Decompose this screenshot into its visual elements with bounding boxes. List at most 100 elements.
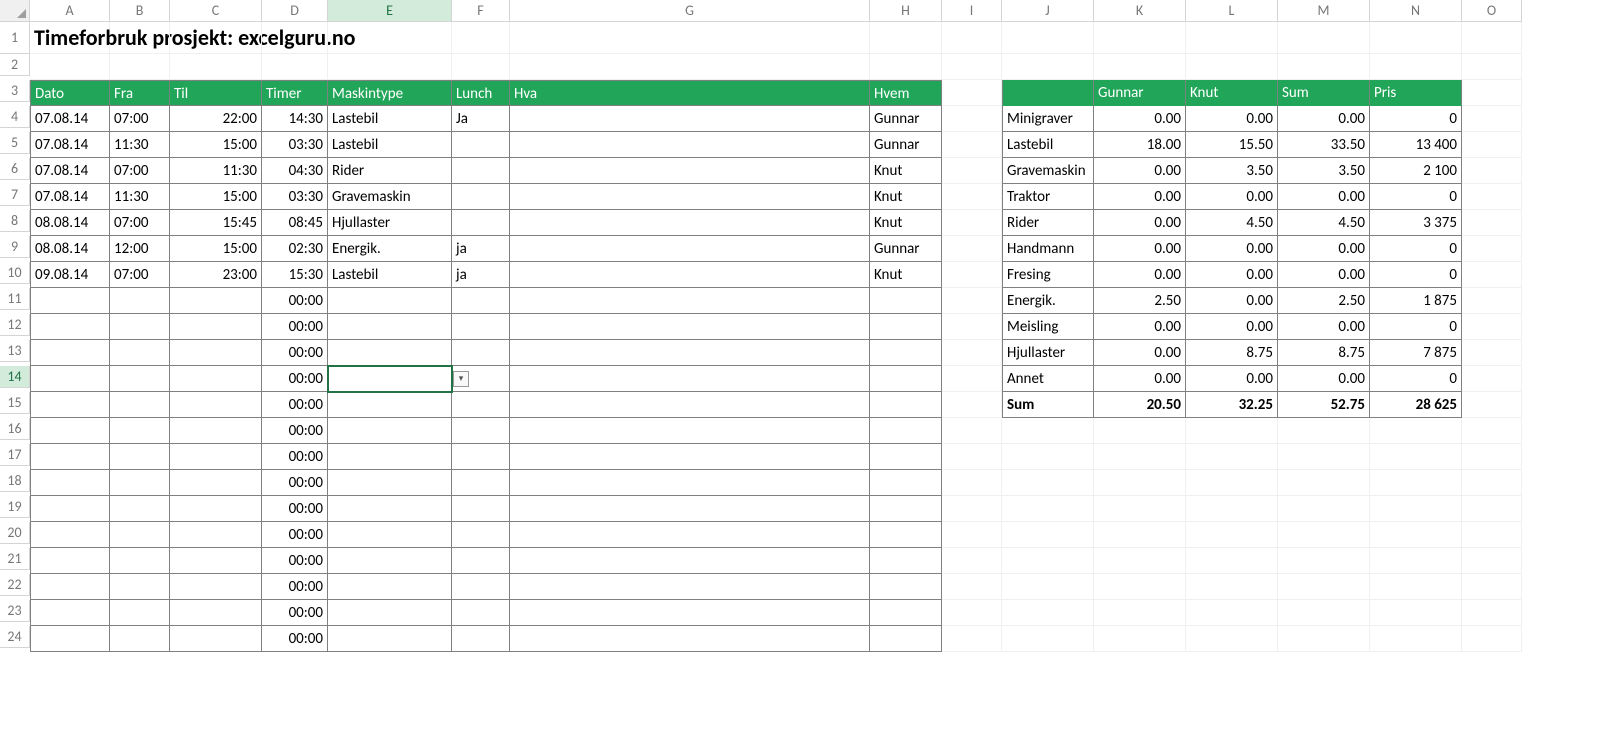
cell-E2[interactable] <box>328 54 452 80</box>
cell-B6[interactable]: 07:00 <box>110 158 170 184</box>
cell-I9[interactable] <box>942 236 1002 262</box>
cell-J16[interactable] <box>1002 418 1094 444</box>
cell-B15[interactable] <box>110 392 170 418</box>
cell-I10[interactable] <box>942 262 1002 288</box>
cell-O13[interactable] <box>1462 340 1522 366</box>
cell-F15[interactable] <box>452 392 510 418</box>
cell-F10[interactable]: ja <box>452 262 510 288</box>
cell-F17[interactable] <box>452 444 510 470</box>
cell-H24[interactable] <box>870 626 942 652</box>
cell-F21[interactable] <box>452 548 510 574</box>
cell-D24[interactable]: 00:00 <box>262 626 328 652</box>
cell-A2[interactable] <box>30 54 110 80</box>
cell-D23[interactable]: 00:00 <box>262 600 328 626</box>
cell-O15[interactable] <box>1462 392 1522 418</box>
cell-L21[interactable] <box>1186 548 1278 574</box>
cell-G6[interactable] <box>510 158 870 184</box>
col-header-K[interactable]: K <box>1094 0 1186 22</box>
cell-D16[interactable]: 00:00 <box>262 418 328 444</box>
cell-F22[interactable] <box>452 574 510 600</box>
col-header-D[interactable]: D <box>262 0 328 22</box>
cell-H6[interactable]: Knut <box>870 158 942 184</box>
row-header-8[interactable]: 8 <box>0 210 30 232</box>
cell-K17[interactable] <box>1094 444 1186 470</box>
cell-N17[interactable] <box>1370 444 1462 470</box>
cell-A20[interactable] <box>30 522 110 548</box>
cell-H12[interactable] <box>870 314 942 340</box>
row-header-10[interactable]: 10 <box>0 262 30 284</box>
col-header-H[interactable]: H <box>870 0 942 22</box>
spreadsheet-grid[interactable]: ABCDEFGHIJKLMNO1Timeforbruk prosjekt: ex… <box>0 0 1619 652</box>
cell-F5[interactable] <box>452 132 510 158</box>
cell-A9[interactable]: 08.08.14 <box>30 236 110 262</box>
cell-D10[interactable]: 15:30 <box>262 262 328 288</box>
cell-L19[interactable] <box>1186 496 1278 522</box>
cell-F7[interactable] <box>452 184 510 210</box>
cell-D8[interactable]: 08:45 <box>262 210 328 236</box>
col-header-B[interactable]: B <box>110 0 170 22</box>
cell-A19[interactable] <box>30 496 110 522</box>
cell-F2[interactable] <box>452 54 510 80</box>
cell-O7[interactable] <box>1462 184 1522 210</box>
col-header-M[interactable]: M <box>1278 0 1370 22</box>
row-header-14[interactable]: 14 <box>0 366 30 388</box>
cell-I23[interactable] <box>942 600 1002 626</box>
cell-D22[interactable]: 00:00 <box>262 574 328 600</box>
cell-O16[interactable] <box>1462 418 1522 444</box>
row-header-21[interactable]: 21 <box>0 548 30 570</box>
cell-B21[interactable] <box>110 548 170 574</box>
cell-D11[interactable]: 00:00 <box>262 288 328 314</box>
row-header-9[interactable]: 9 <box>0 236 30 258</box>
cell-M2[interactable] <box>1278 54 1370 80</box>
cell-C13[interactable] <box>170 340 262 366</box>
cell-C8[interactable]: 15:45 <box>170 210 262 236</box>
cell-H22[interactable] <box>870 574 942 600</box>
cell-G21[interactable] <box>510 548 870 574</box>
cell-B12[interactable] <box>110 314 170 340</box>
cell-O19[interactable] <box>1462 496 1522 522</box>
cell-G8[interactable] <box>510 210 870 236</box>
cell-L17[interactable] <box>1186 444 1278 470</box>
cell-I15[interactable] <box>942 392 1002 418</box>
cell-H14[interactable] <box>870 366 942 392</box>
cell-J23[interactable] <box>1002 600 1094 626</box>
cell-H7[interactable]: Knut <box>870 184 942 210</box>
cell-I22[interactable] <box>942 574 1002 600</box>
cell-G5[interactable] <box>510 132 870 158</box>
cell-A23[interactable] <box>30 600 110 626</box>
cell-I14[interactable] <box>942 366 1002 392</box>
cell-E24[interactable] <box>328 626 452 652</box>
cell-F12[interactable] <box>452 314 510 340</box>
cell-I11[interactable] <box>942 288 1002 314</box>
row-header-12[interactable]: 12 <box>0 314 30 336</box>
cell-H10[interactable]: Knut <box>870 262 942 288</box>
cell-I4[interactable] <box>942 106 1002 132</box>
cell-B1[interactable] <box>110 22 170 54</box>
cell-C17[interactable] <box>170 444 262 470</box>
row-header-18[interactable]: 18 <box>0 470 30 492</box>
cell-G14[interactable] <box>510 366 870 392</box>
cell-I20[interactable] <box>942 522 1002 548</box>
cell-K22[interactable] <box>1094 574 1186 600</box>
cell-H18[interactable] <box>870 470 942 496</box>
cell-O3[interactable] <box>1462 80 1522 106</box>
cell-O20[interactable] <box>1462 522 1522 548</box>
cell-K16[interactable] <box>1094 418 1186 444</box>
cell-D15[interactable]: 00:00 <box>262 392 328 418</box>
row-header-4[interactable]: 4 <box>0 106 30 128</box>
cell-N23[interactable] <box>1370 600 1462 626</box>
cell-N20[interactable] <box>1370 522 1462 548</box>
cell-C23[interactable] <box>170 600 262 626</box>
cell-D17[interactable]: 00:00 <box>262 444 328 470</box>
cell-K21[interactable] <box>1094 548 1186 574</box>
cell-D6[interactable]: 04:30 <box>262 158 328 184</box>
cell-O22[interactable] <box>1462 574 1522 600</box>
cell-I6[interactable] <box>942 158 1002 184</box>
cell-K23[interactable] <box>1094 600 1186 626</box>
cell-I16[interactable] <box>942 418 1002 444</box>
row-header-7[interactable]: 7 <box>0 184 30 206</box>
cell-D18[interactable]: 00:00 <box>262 470 328 496</box>
row-header-22[interactable]: 22 <box>0 574 30 596</box>
cell-F4[interactable]: Ja <box>452 106 510 132</box>
row-header-11[interactable]: 11 <box>0 288 30 310</box>
